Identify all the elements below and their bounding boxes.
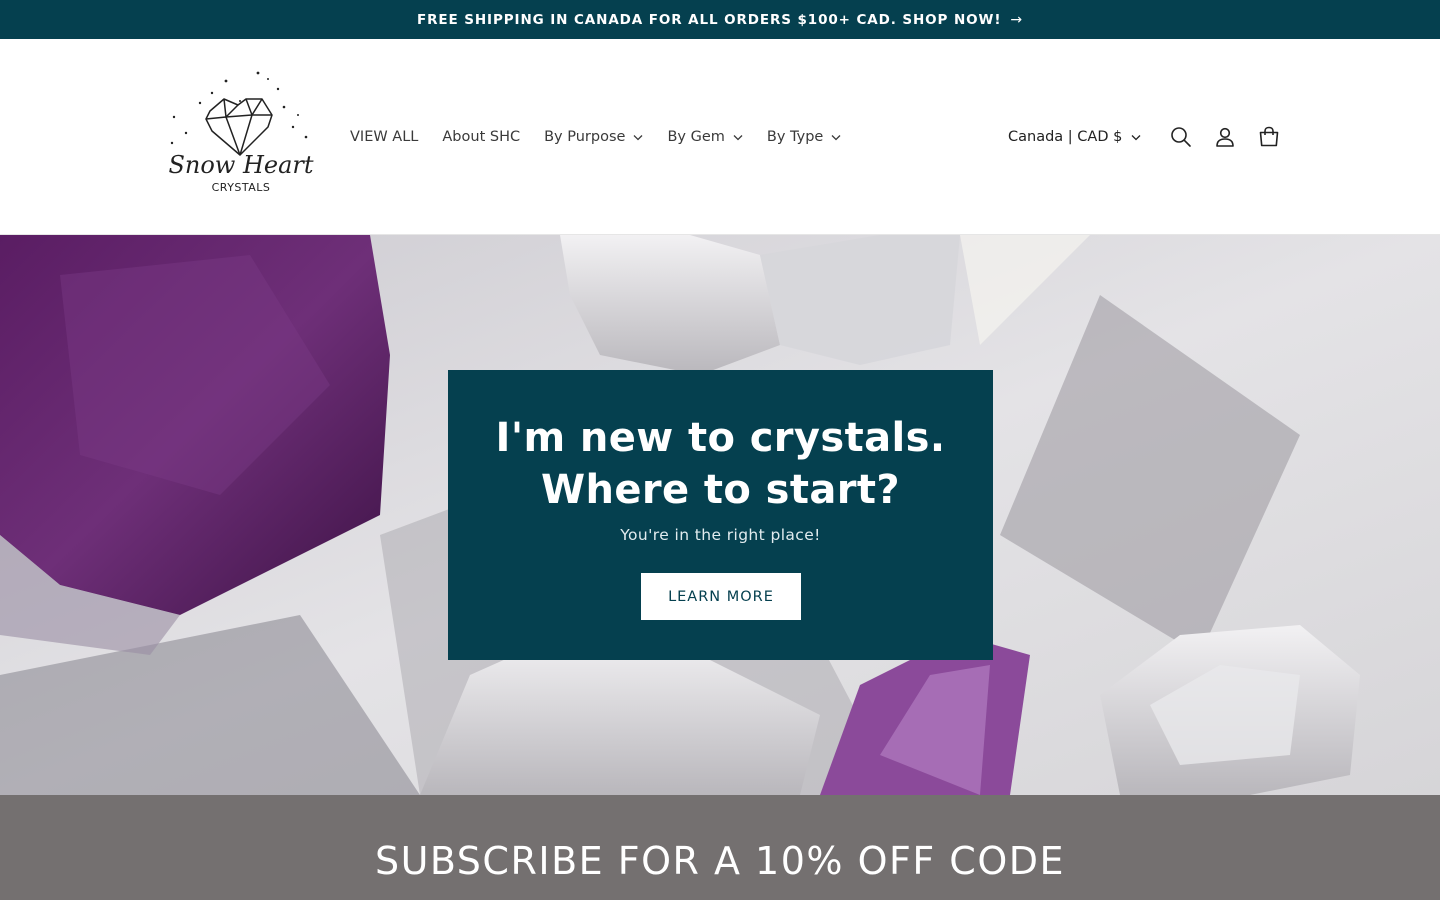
nav-item-about[interactable]: About SHC	[442, 129, 520, 145]
hero-subtitle: You're in the right place!	[620, 526, 821, 544]
cart-icon	[1260, 126, 1279, 147]
announcement-text[interactable]: FREE SHIPPING IN CANADA FOR ALL ORDERS $…	[417, 12, 1001, 28]
nav-item-by-gem[interactable]: By Gem	[667, 129, 743, 145]
nav-item-by-purpose[interactable]: By Purpose	[544, 129, 643, 145]
cart-button[interactable]	[1247, 117, 1291, 157]
subscribe-section: SUBSCRIBE FOR A 10% OFF CODE	[0, 795, 1440, 900]
site-header: Snow Heart CRYSTALS VIEW ALL About SHC B…	[0, 39, 1440, 235]
hero-banner: I'm new to crystals. Where to start? You…	[0, 235, 1440, 795]
learn-more-button[interactable]: LEARN MORE	[641, 573, 801, 620]
chevron-down-icon	[831, 134, 841, 141]
svg-text:Snow Heart: Snow Heart	[168, 151, 313, 179]
header-actions: Canada | CAD $	[1008, 117, 1291, 157]
arrow-right-icon: →	[1010, 11, 1024, 28]
nav-item-view-all[interactable]: VIEW ALL	[350, 129, 418, 145]
svg-text:CRYSTALS: CRYSTALS	[212, 181, 271, 194]
search-icon	[1171, 127, 1192, 147]
subscribe-title: SUBSCRIBE FOR A 10% OFF CODE	[374, 839, 1066, 883]
nav-item-label: By Gem	[667, 129, 725, 145]
account-button[interactable]	[1203, 117, 1247, 157]
crystal-heart-logo-icon: Snow Heart CRYSTALS	[168, 71, 314, 194]
hero-title-line-1: I'm new to crystals.	[495, 415, 946, 461]
nav-item-by-type[interactable]: By Type	[767, 129, 841, 145]
nav-item-label: VIEW ALL	[350, 129, 419, 145]
nav-item-label: About SHC	[442, 129, 521, 145]
chevron-down-icon	[733, 134, 743, 141]
announcement-bar[interactable]: FREE SHIPPING IN CANADA FOR ALL ORDERS $…	[0, 0, 1440, 39]
hero-title: I'm new to crystals. Where to start?	[448, 412, 993, 516]
hero-content-box: I'm new to crystals. Where to start? You…	[448, 370, 993, 660]
nav-item-label: By Type	[766, 129, 824, 145]
chevron-down-icon	[633, 134, 643, 141]
search-button[interactable]	[1159, 117, 1203, 157]
country-currency-selector[interactable]: Canada | CAD $	[1008, 129, 1141, 145]
hero-title-line-2: Where to start?	[540, 467, 900, 513]
locale-label: Canada | CAD $	[1008, 129, 1123, 145]
account-icon	[1216, 127, 1235, 147]
main-nav: VIEW ALL About SHC By Purpose By Gem By …	[350, 125, 865, 149]
nav-item-label: By Purpose	[544, 129, 626, 145]
chevron-down-icon	[1131, 129, 1141, 145]
logo[interactable]: Snow Heart CRYSTALS	[168, 71, 314, 199]
